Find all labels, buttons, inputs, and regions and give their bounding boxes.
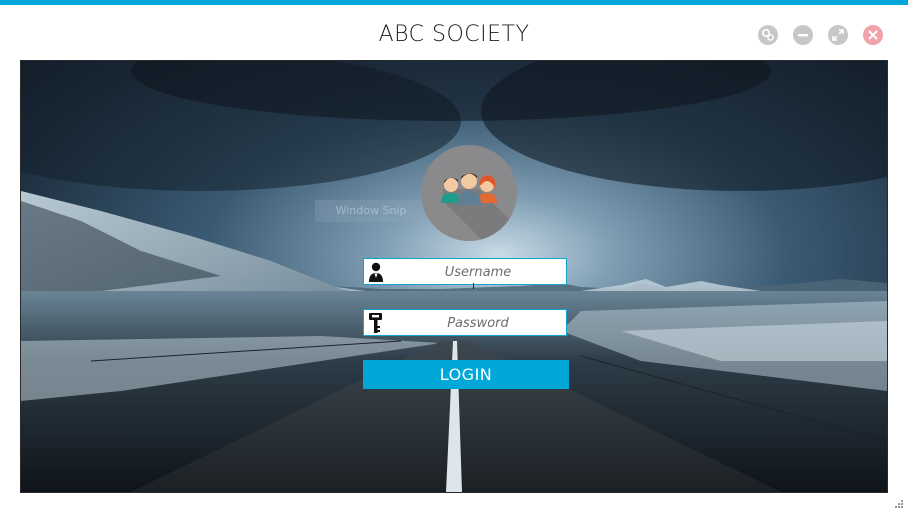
top-accent-bar <box>0 0 908 5</box>
password-input[interactable] <box>388 310 568 337</box>
text-cursor <box>473 283 474 289</box>
key-icon <box>369 313 382 333</box>
resize-grip-icon[interactable] <box>894 499 904 509</box>
username-field[interactable] <box>363 258 568 286</box>
login-button[interactable]: LOGIN <box>363 360 569 389</box>
password-field[interactable] <box>363 309 568 337</box>
window-controls <box>758 25 883 45</box>
close-icon[interactable] <box>863 25 883 45</box>
minimize-icon[interactable] <box>793 25 813 45</box>
settings-icon[interactable] <box>758 25 778 45</box>
user-icon <box>369 262 383 282</box>
background-scene: Window Snip Username LOGIN <box>20 60 888 493</box>
users-group-icon <box>421 145 517 241</box>
login-window: ABC SOCIETY Window Snip Username LOGIN <box>0 0 908 513</box>
maximize-icon[interactable] <box>828 25 848 45</box>
ghost-window-snip-label: Window Snip <box>315 200 427 222</box>
username-input[interactable] <box>388 259 568 286</box>
